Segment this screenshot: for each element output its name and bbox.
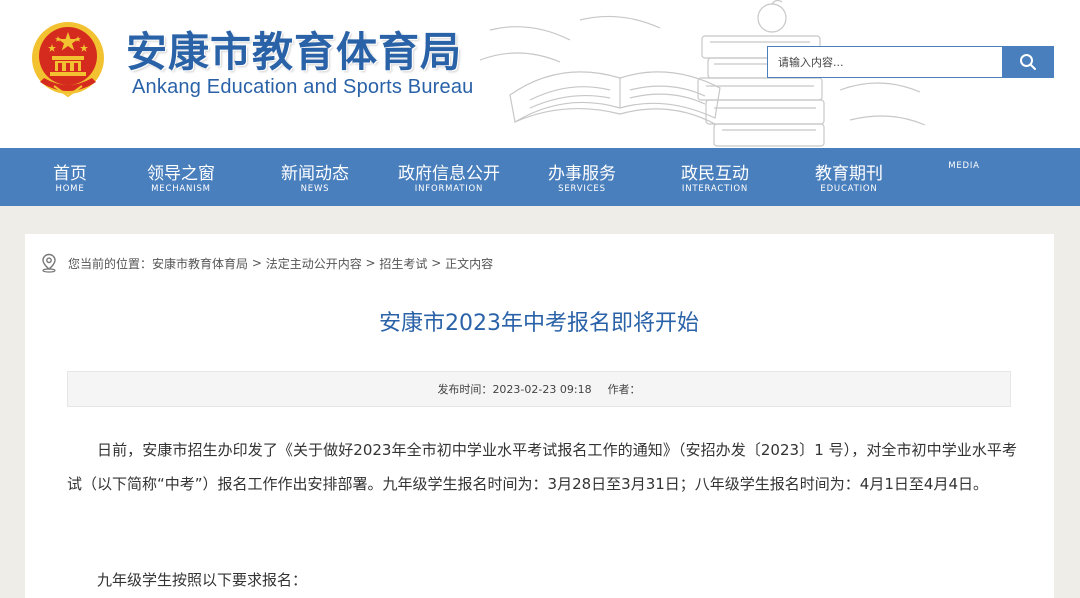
nav-item-sublabel: MECHANISM — [151, 184, 211, 194]
search-icon — [1019, 54, 1036, 70]
nav-item-news[interactable]: 新闻动态 NEWS — [272, 148, 358, 206]
nav-item-sublabel: NEWS — [300, 184, 330, 194]
nav-item-sublabel: MEDIA — [948, 161, 980, 171]
nav-item-services[interactable]: 办事服务 SERVICES — [539, 148, 625, 206]
site-header: 安康市教育体育局 Ankang Education and Sports Bur… — [0, 0, 1080, 148]
breadcrumb: 您当前的位置： 安康市教育体育局 > 法定主动公开内容 > 招生考试 > 正文内… — [40, 253, 493, 273]
nav-item-label: 政府信息公开 — [398, 164, 500, 184]
breadcrumb-separator: > — [248, 256, 266, 270]
breadcrumb-link-admissions[interactable]: 招生考试 — [379, 255, 427, 272]
national-emblem-icon — [32, 22, 104, 98]
breadcrumb-link-disclosure[interactable]: 法定主动公开内容 — [266, 255, 362, 272]
article-paragraph: 九年级学生按照以下要求报名： — [97, 571, 308, 589]
article-card — [25, 234, 1054, 598]
breadcrumb-separator: > — [427, 256, 446, 270]
nav-item-label: 政民互动 — [681, 164, 749, 184]
breadcrumb-link-home[interactable]: 安康市教育体育局 — [152, 255, 248, 272]
author-label: 作者： — [607, 383, 641, 396]
breadcrumb-prefix: 您当前的位置： — [68, 256, 153, 271]
search-box — [767, 46, 1054, 78]
nav-item-label: 办事服务 — [548, 164, 616, 184]
nav-item-label: 教育期刊 — [815, 164, 883, 184]
publish-label: 发布时间： — [437, 383, 493, 396]
nav-item-education[interactable]: 教育期刊 EDUCATION — [806, 148, 892, 206]
nav-item-home[interactable]: 首页 HOME — [40, 148, 100, 206]
publish-time: 2023-02-23 09:18 — [492, 382, 592, 396]
nav-item-sublabel: INTERACTION — [681, 184, 749, 194]
search-button[interactable] — [1002, 47, 1053, 77]
nav-item-sublabel: INFORMATION — [414, 184, 484, 194]
nav-item-sublabel: HOME — [55, 184, 85, 194]
nav-item-leadership[interactable]: 领导之窗 MECHANISM — [138, 148, 224, 206]
nav-item-sublabel: SERVICES — [558, 184, 606, 194]
nav-item-label: 新闻动态 — [281, 164, 349, 184]
nav-item-label: 首页 — [53, 164, 87, 184]
breadcrumb-separator: > — [361, 256, 380, 270]
nav-item-media[interactable]: MEDIA — [936, 148, 992, 206]
article-paragraph: 日前，安康市招生办印发了《关于做好2023年全市初中学业水平考试报名工作的通知》… — [67, 441, 1017, 493]
main-nav: 首页 HOME 领导之窗 MECHANISM 新闻动态 NEWS 政府信息公开 … — [0, 148, 1080, 206]
location-pin-icon — [42, 253, 56, 273]
breadcrumb-current: 正文内容 — [445, 256, 494, 271]
search-input[interactable] — [768, 47, 1002, 77]
site-title: 安康市教育体育局 — [126, 28, 462, 76]
site-subtitle: Ankang Education and Sports Bureau — [132, 76, 474, 98]
nav-item-interaction[interactable]: 政民互动 INTERACTION — [672, 148, 758, 206]
nav-item-label: 领导之窗 — [147, 164, 215, 184]
nav-item-sublabel: EDUCATION — [820, 184, 878, 194]
article-title: 安康市2023年中考报名即将开始 — [379, 311, 699, 336]
article-meta: 发布时间： 2023-02-23 09:18 作者： — [67, 371, 1011, 407]
nav-item-information[interactable]: 政府信息公开 INFORMATION — [391, 148, 507, 206]
